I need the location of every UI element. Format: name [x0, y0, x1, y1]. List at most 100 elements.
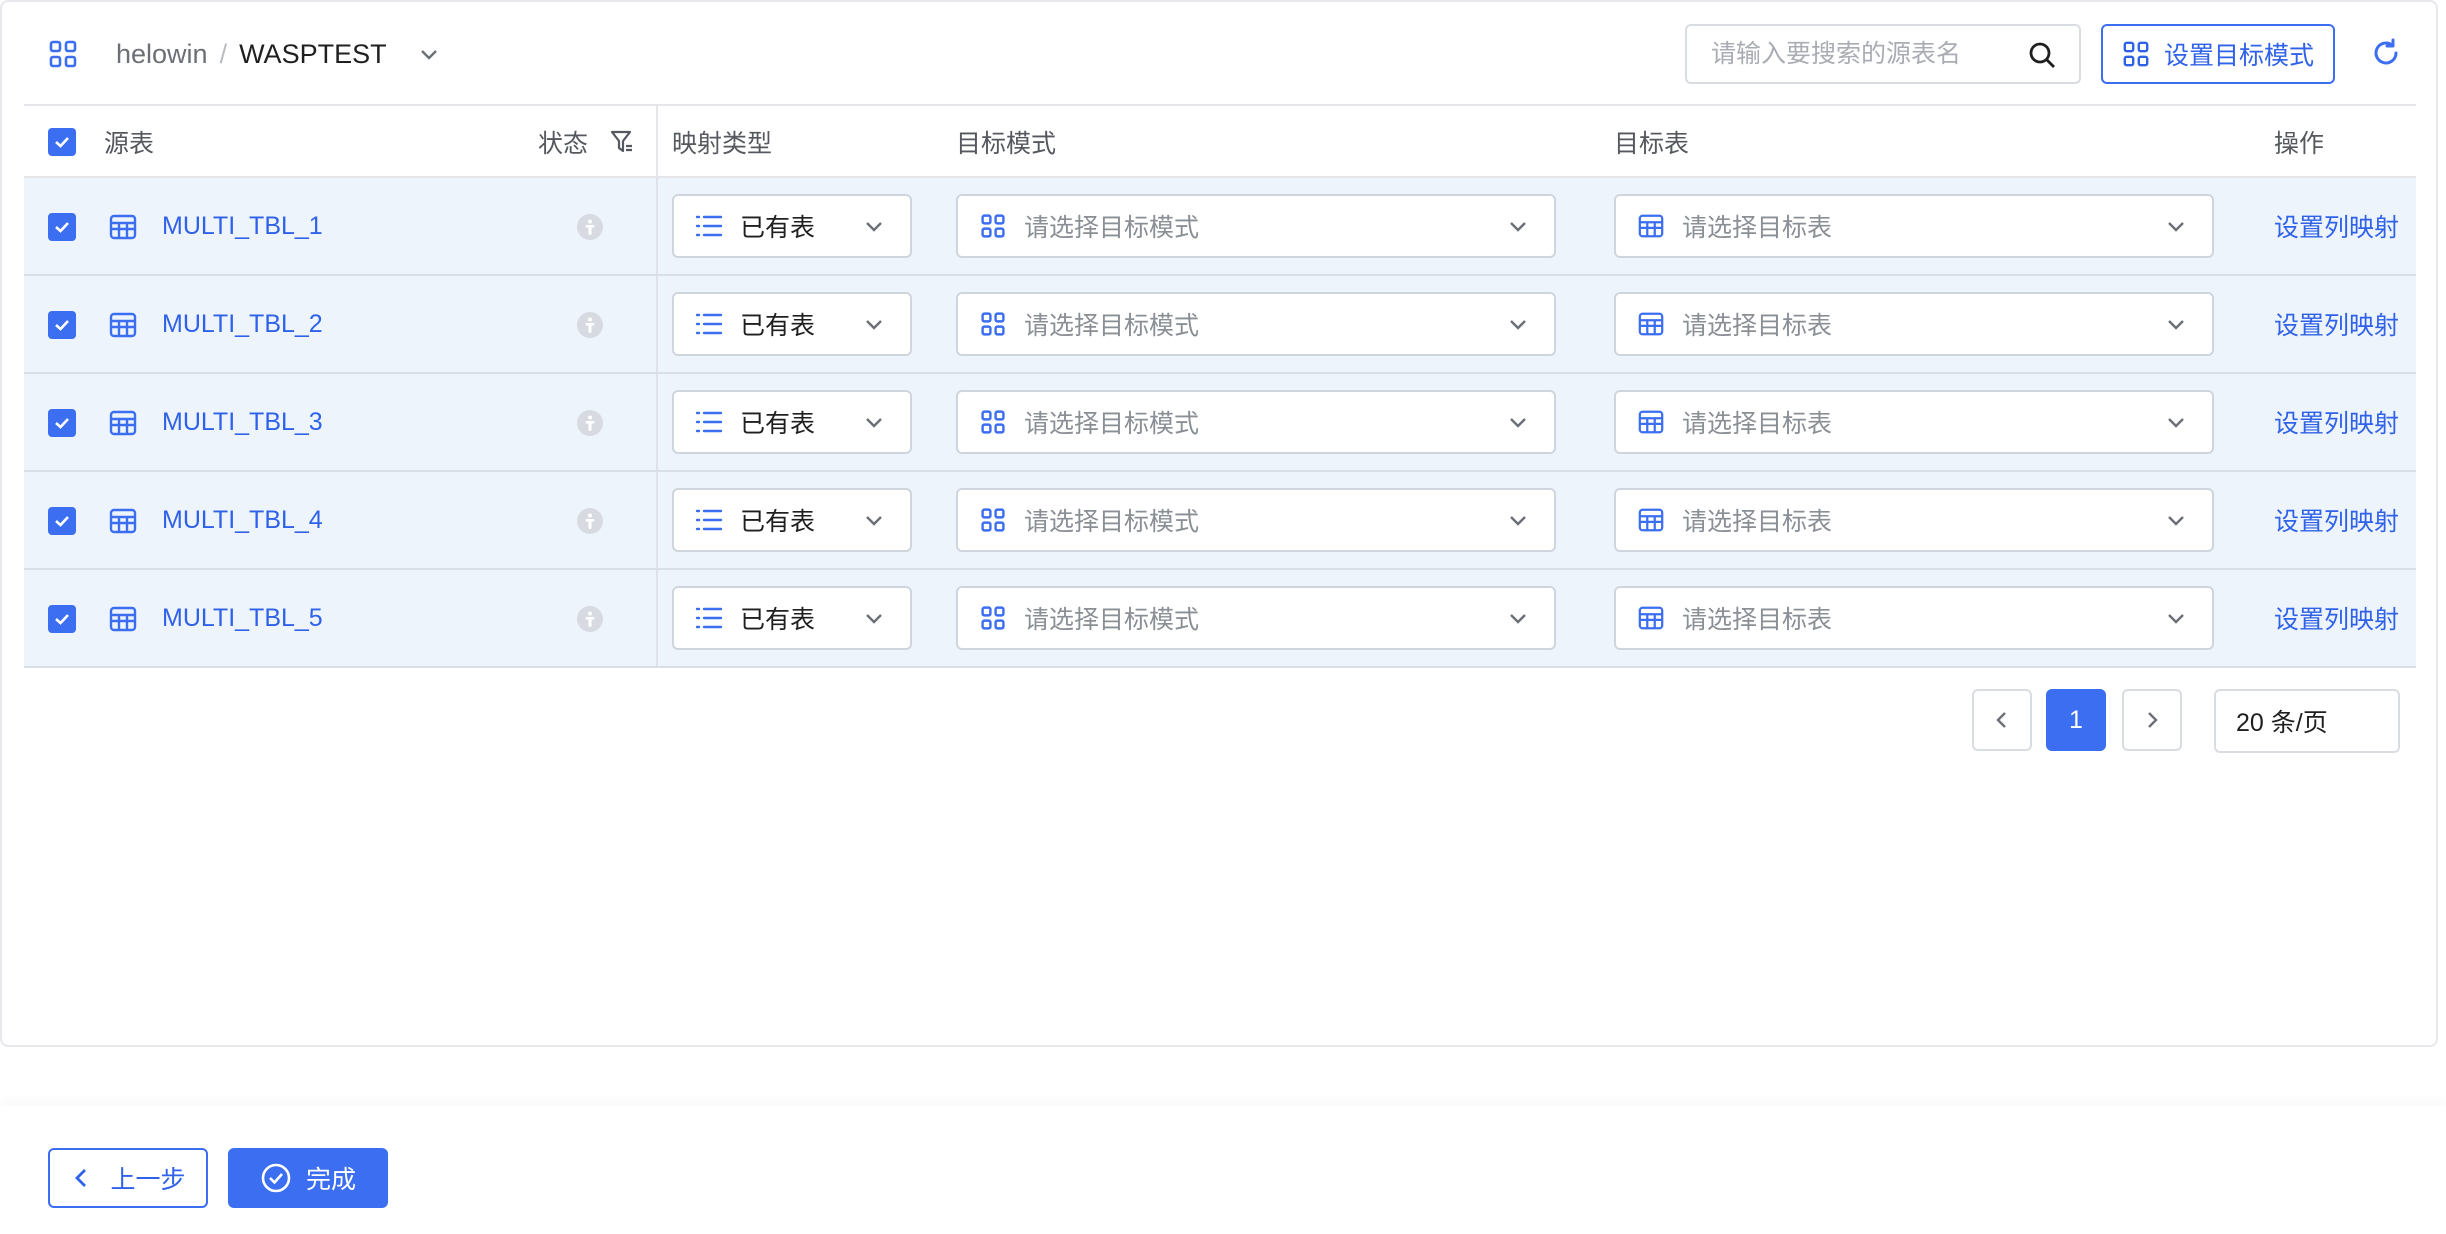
chevron-down-icon: [860, 310, 888, 338]
row-checkbox[interactable]: [48, 213, 76, 241]
chevron-right-icon: [2148, 712, 2158, 728]
chevron-left-icon: [70, 1166, 94, 1190]
target-table-placeholder: 请选择目标表: [1682, 410, 1833, 438]
list-icon: [694, 505, 724, 535]
refresh-icon[interactable]: [2370, 37, 2402, 69]
search-input[interactable]: [1711, 39, 2001, 69]
target-schema-placeholder: 请选择目标模式: [1024, 606, 1200, 634]
target-table-placeholder: 请选择目标表: [1682, 312, 1833, 340]
mapping-type-select[interactable]: 已有表: [672, 586, 912, 650]
target-schema-select[interactable]: 请选择目标模式: [956, 390, 1556, 454]
column-divider: [656, 472, 658, 568]
breadcrumb-database[interactable]: helowin: [116, 39, 208, 70]
target-table-select[interactable]: 请选择目标表: [1614, 390, 2214, 454]
column-divider: [656, 570, 658, 666]
chevron-down-icon: [2162, 506, 2190, 534]
breadcrumb: helowin / WASPTEST: [46, 32, 443, 76]
row-checkbox[interactable]: [48, 507, 76, 535]
mapping-type-select[interactable]: 已有表: [672, 488, 912, 552]
chevron-down-icon: [1504, 408, 1532, 436]
row-checkbox[interactable]: [48, 409, 76, 437]
mapping-card: helowin / WASPTEST 设置目标模式: [0, 0, 2438, 1047]
source-table-link[interactable]: MULTI_TBL_5: [162, 570, 323, 666]
finish-label: 完成: [305, 1166, 356, 1194]
table-row: MULTI_TBL_2 已有表 请选择目标模式 请选择目标表 设置列映射: [24, 276, 2416, 374]
previous-step-button[interactable]: 上一步: [48, 1148, 208, 1208]
table-icon: [108, 408, 138, 438]
table-icon: [108, 604, 138, 634]
search-field[interactable]: [1685, 24, 2081, 84]
check-circle-icon: [260, 1162, 292, 1194]
grid-icon: [46, 37, 80, 71]
target-schema-select[interactable]: 请选择目标模式: [956, 194, 1556, 258]
info-icon: [576, 409, 604, 437]
target-table-placeholder: 请选择目标表: [1682, 508, 1833, 536]
target-table-select[interactable]: 请选择目标表: [1614, 292, 2214, 356]
chevron-down-icon: [860, 408, 888, 436]
target-table-select[interactable]: 请选择目标表: [1614, 488, 2214, 552]
set-column-mapping-link[interactable]: 设置列映射: [2274, 276, 2399, 372]
grid-icon: [978, 309, 1008, 339]
row-checkbox[interactable]: [48, 311, 76, 339]
column-divider: [656, 276, 658, 372]
table-body: MULTI_TBL_1 已有表 请选择目标模式 请选择目标表 设置列映射 MUL…: [24, 178, 2416, 668]
info-icon: [576, 507, 604, 535]
target-schema-select[interactable]: 请选择目标模式: [956, 586, 1556, 650]
previous-step-label: 上一步: [110, 1166, 186, 1194]
breadcrumb-schema[interactable]: WASPTEST: [239, 39, 387, 70]
target-table-select[interactable]: 请选择目标表: [1614, 194, 2214, 258]
source-table-link[interactable]: MULTI_TBL_3: [162, 374, 323, 470]
set-column-mapping-link[interactable]: 设置列映射: [2274, 472, 2399, 568]
breadcrumb-separator: /: [219, 38, 228, 69]
column-divider: [656, 106, 658, 176]
mapping-type-value: 已有表: [740, 606, 816, 634]
set-column-mapping-link[interactable]: 设置列映射: [2274, 178, 2399, 274]
row-checkbox[interactable]: [48, 605, 76, 633]
next-page-button[interactable]: [2122, 689, 2182, 751]
finish-button[interactable]: 完成: [228, 1148, 388, 1208]
column-divider: [656, 374, 658, 470]
table-row: MULTI_TBL_1 已有表 请选择目标模式 请选择目标表 设置列映射: [24, 178, 2416, 276]
target-schema-select[interactable]: 请选择目标模式: [956, 292, 1556, 356]
table-row: MULTI_TBL_5 已有表 请选择目标模式 请选择目标表 设置列映射: [24, 570, 2416, 668]
set-column-mapping-link[interactable]: 设置列映射: [2274, 374, 2399, 470]
set-column-mapping-link[interactable]: 设置列映射: [2274, 570, 2399, 666]
target-schema-placeholder: 请选择目标模式: [1024, 312, 1200, 340]
chevron-down-icon: [2162, 212, 2190, 240]
source-table-link[interactable]: MULTI_TBL_2: [162, 276, 323, 372]
chevron-down-icon: [2162, 310, 2190, 338]
list-icon: [694, 603, 724, 633]
page-size-select[interactable]: 20 条/页: [2214, 689, 2400, 753]
chevron-down-icon: [2162, 604, 2190, 632]
chevron-down-icon: [1504, 506, 1532, 534]
mapping-type-value: 已有表: [740, 410, 816, 438]
table-icon: [108, 506, 138, 536]
source-table-link[interactable]: MULTI_TBL_4: [162, 472, 323, 568]
mapping-type-select[interactable]: 已有表: [672, 390, 912, 454]
table-icon: [108, 310, 138, 340]
chevron-down-icon[interactable]: [415, 40, 443, 68]
target-schema-placeholder: 请选择目标模式: [1024, 214, 1200, 242]
mapping-table: 源表 状态 映射类型 目标模式 目标表 操作 MULTI_TBL_1 已有表 请…: [24, 104, 2416, 668]
search-icon[interactable]: [2027, 40, 2057, 70]
target-schema-select[interactable]: 请选择目标模式: [956, 488, 1556, 552]
info-icon: [576, 605, 604, 633]
table-icon: [1636, 309, 1666, 339]
chevron-down-icon: [1504, 310, 1532, 338]
filter-icon[interactable]: [610, 106, 634, 178]
chevron-down-icon: [1504, 604, 1532, 632]
source-table-link[interactable]: MULTI_TBL_1: [162, 178, 323, 274]
current-page-button[interactable]: 1: [2046, 689, 2106, 751]
table-icon: [1636, 407, 1666, 437]
select-all-checkbox[interactable]: [48, 128, 76, 156]
table-header: 源表 状态 映射类型 目标模式 目标表 操作: [24, 104, 2416, 178]
mapping-type-select[interactable]: 已有表: [672, 194, 912, 258]
mapping-type-select[interactable]: 已有表: [672, 292, 912, 356]
target-table-select[interactable]: 请选择目标表: [1614, 586, 2214, 650]
list-icon: [694, 407, 724, 437]
table-row: MULTI_TBL_4 已有表 请选择目标模式 请选择目标表 设置列映射: [24, 472, 2416, 570]
set-target-mode-label: 设置目标模式: [2163, 42, 2314, 70]
prev-page-button[interactable]: [1972, 689, 2032, 751]
set-target-mode-button[interactable]: 设置目标模式: [2101, 24, 2335, 84]
header-mapping-type: 映射类型: [672, 130, 773, 158]
